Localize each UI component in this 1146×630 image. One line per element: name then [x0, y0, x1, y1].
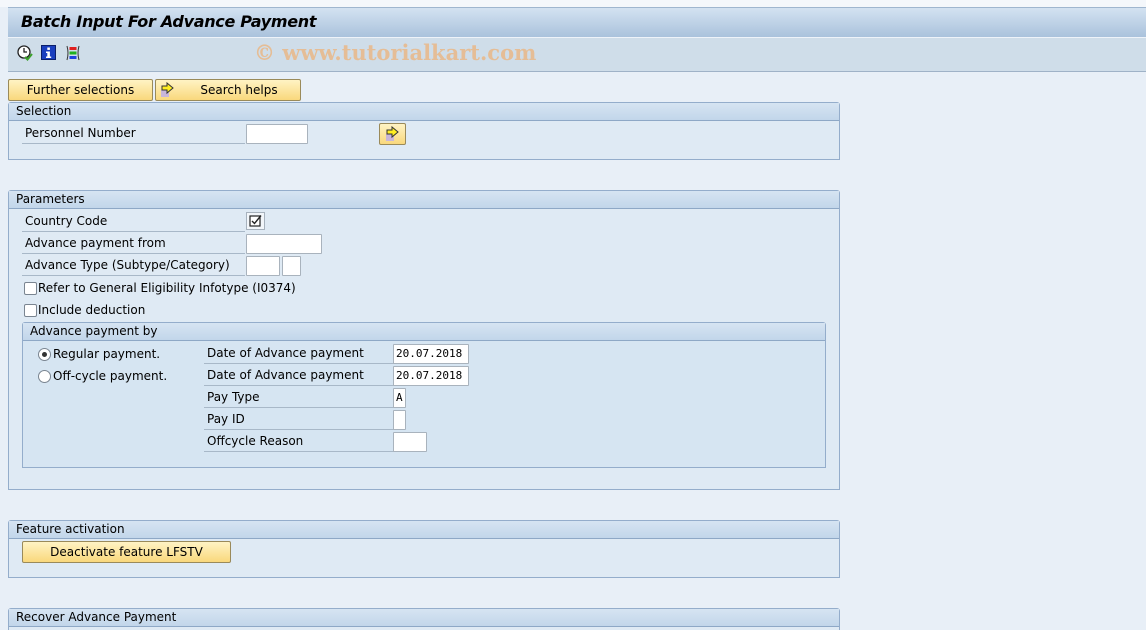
selection-group-title: Selection [9, 103, 839, 121]
regular-payment-label: Regular payment. [53, 347, 161, 361]
regular-payment-radio[interactable] [38, 348, 51, 361]
offcycle-payment-radio[interactable] [38, 370, 51, 383]
multiple-selection-button[interactable] [379, 123, 406, 145]
personnel-number-label: Personnel Number [22, 123, 245, 144]
search-helps-button[interactable]: Search helps [155, 79, 301, 101]
parameters-group-title: Parameters [9, 191, 839, 209]
advance-payment-from-input[interactable] [246, 234, 322, 254]
offcycle-date-label: Date of Advance payment [204, 365, 394, 386]
refer-eligibility-label: Refer to General Eligibility Infotype (I… [38, 281, 296, 295]
further-selections-button[interactable]: Further selections [8, 79, 153, 101]
pay-type-input[interactable]: A [393, 388, 406, 408]
feature-activation-title: Feature activation [9, 521, 839, 539]
multiple-selection-arrow-icon [385, 125, 401, 142]
further-selections-label: Further selections [26, 83, 135, 97]
offcycle-payment-label: Off-cycle payment. [53, 369, 168, 383]
include-deduction-label: Include deduction [38, 303, 146, 317]
window-top-strip [0, 0, 1146, 7]
advance-payment-by-title: Advance payment by [23, 323, 825, 341]
personnel-number-input[interactable] [246, 124, 308, 144]
regular-date-label: Date of Advance payment [204, 343, 394, 364]
deactivate-feature-button[interactable]: Deactivate feature LFSTV [22, 541, 231, 563]
pay-type-label: Pay Type [204, 387, 394, 408]
offcycle-reason-input[interactable] [393, 432, 427, 452]
search-helps-label: Search helps [200, 83, 278, 97]
deactivate-feature-label: Deactivate feature LFSTV [50, 545, 203, 559]
info-icon[interactable] [40, 44, 58, 62]
country-code-checkbox[interactable] [246, 212, 265, 230]
advance-payment-from-label: Advance payment from [22, 233, 245, 254]
regular-date-input[interactable]: 20.07.2018 [393, 344, 469, 364]
country-code-label: Country Code [22, 211, 245, 232]
arrow-right-icon [160, 81, 176, 98]
advance-type-label: Advance Type (Subtype/Category) [22, 255, 245, 276]
title-bar: Batch Input For Advance Payment [8, 7, 1146, 38]
selection-variables-icon[interactable] [64, 44, 82, 62]
page-title: Batch Input For Advance Payment [21, 12, 317, 31]
include-deduction-checkbox[interactable] [24, 304, 37, 317]
pay-id-label: Pay ID [204, 409, 394, 430]
refer-eligibility-checkbox[interactable] [24, 282, 37, 295]
advance-category-input[interactable] [282, 256, 301, 276]
recover-advance-payment-group: Recover Advance Payment [8, 608, 840, 630]
checkmark-icon [249, 215, 262, 227]
recover-advance-payment-title: Recover Advance Payment [9, 609, 839, 627]
watermark: © www.tutorialkart.com [254, 40, 537, 65]
execute-clock-icon[interactable] [16, 44, 34, 62]
advance-subtype-input[interactable] [246, 256, 280, 276]
pay-id-input[interactable] [393, 410, 406, 430]
application-toolbar: © www.tutorialkart.com [8, 38, 1146, 72]
offcycle-reason-label: Offcycle Reason [204, 431, 394, 452]
offcycle-date-input[interactable]: 20.07.2018 [393, 366, 469, 386]
